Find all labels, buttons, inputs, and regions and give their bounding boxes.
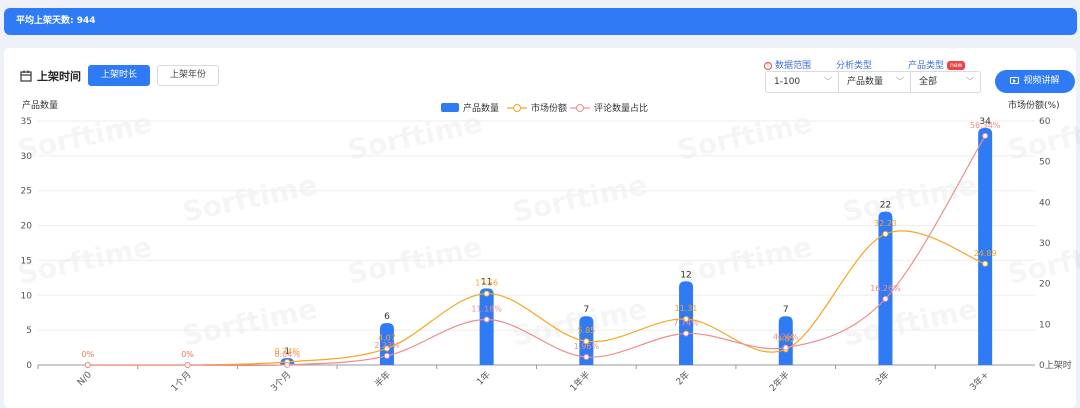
market-share-point <box>982 260 989 267</box>
legend-swatch-marker <box>513 104 521 112</box>
y2-axis-title: 市场份额(%) <box>1008 99 1060 111</box>
market-share-point <box>882 230 889 237</box>
y-tick-label: 20 <box>21 222 33 232</box>
review-ratio-point <box>882 295 889 302</box>
watermark-text: Sorftime <box>345 106 485 167</box>
bar-value-label: 12 <box>680 270 691 280</box>
market-share-data-label: 11.31 <box>675 304 698 313</box>
bar-value-label: 6 <box>384 312 390 322</box>
review-ratio-data-label: 4.26% <box>773 333 799 342</box>
review-ratio-point <box>583 354 590 361</box>
market-share-data-label: 24.89 <box>974 249 997 258</box>
watermark-text: Sorftime <box>675 106 815 167</box>
legend-label: 市场份额 <box>531 102 567 114</box>
y2-tick-label: 50 <box>1039 158 1051 168</box>
review-ratio-point <box>483 316 490 323</box>
x-tick-label: 3个月 <box>269 369 294 394</box>
review-ratio-point <box>982 132 989 139</box>
watermark-text: Sorftime <box>180 168 320 229</box>
bar <box>479 288 494 365</box>
x-tick-label: 半年 <box>372 369 393 390</box>
x-tick-label: 1个月 <box>169 369 194 394</box>
review-ratio-point <box>683 330 690 337</box>
review-ratio-point <box>84 362 91 368</box>
review-ratio-data-label: 1.96% <box>574 342 600 351</box>
y-tick-label: 10 <box>21 291 33 301</box>
y2-tick-label: 60 <box>1039 117 1051 127</box>
listing-time-chart: Sorftime Sorftime Sorftime Sorftime Sorftime… <box>15 99 1080 394</box>
review-ratio-data-label: 11.18% <box>471 305 502 314</box>
review-ratio-data-label: 0% <box>181 350 194 359</box>
market-share-data-label: 32.23 <box>874 219 897 228</box>
watermark-text: Sorftime <box>180 292 320 353</box>
x-tick-label: 2年 <box>673 369 692 388</box>
y-tick-label: 15 <box>21 256 32 266</box>
legend-swatch-bar <box>441 103 459 112</box>
legend-label: 产品数量 <box>463 102 499 114</box>
x-tick-label: 1年半 <box>567 369 592 394</box>
y2-tick-label: 0上架时 <box>1039 359 1072 371</box>
bar <box>978 127 993 365</box>
y-tick-label: 0 <box>26 361 32 371</box>
review-ratio-data-label: 0.04% <box>275 350 301 359</box>
y2-tick-label: 30 <box>1039 239 1051 249</box>
review-ratio-point <box>184 362 191 368</box>
review-ratio-data-label: 16.26% <box>870 284 901 293</box>
y2-tick-label: 10 <box>1039 320 1051 330</box>
bar-value-label: 7 <box>583 305 589 315</box>
y-tick-label: 30 <box>21 152 33 162</box>
review-ratio-point <box>383 352 390 359</box>
market-share-data-label: 17.56 <box>475 279 498 288</box>
watermark-text: Sorftime <box>510 168 650 229</box>
review-ratio-point <box>284 361 291 368</box>
watermark-text: Sorftime <box>15 106 155 167</box>
x-tick-label: 3年+ <box>967 369 991 393</box>
review-ratio-data-label: 56.34% <box>970 121 1001 130</box>
legend-swatch-marker <box>576 104 584 112</box>
x-tick-label: N/0 <box>76 370 94 388</box>
review-ratio-data-label: 0% <box>81 350 94 359</box>
y-tick-label: 35 <box>21 117 32 127</box>
watermark-text: Sorftime <box>840 292 980 353</box>
watermark-text: Sorftime <box>840 168 980 229</box>
y2-tick-label: 20 <box>1039 280 1051 290</box>
x-tick-label: 3年 <box>873 369 892 388</box>
market-share-point <box>483 290 490 297</box>
review-ratio-data-label: 2.23% <box>374 341 400 350</box>
y-axis-title: 产品数量 <box>22 99 58 111</box>
y2-tick-label: 40 <box>1039 198 1051 208</box>
x-tick-label: 1年 <box>474 369 493 388</box>
bar-value-label: 7 <box>783 305 789 315</box>
bar-value-label: 22 <box>880 201 891 211</box>
review-ratio-point <box>782 344 789 351</box>
legend-label: 评论数量占比 <box>594 102 648 114</box>
y-tick-label: 25 <box>21 187 32 197</box>
y-tick-label: 5 <box>26 326 32 336</box>
market-share-data-label: 5.85 <box>577 326 595 335</box>
review-ratio-data-label: 7.74% <box>673 319 699 328</box>
x-tick-label: 2年半 <box>767 369 792 394</box>
